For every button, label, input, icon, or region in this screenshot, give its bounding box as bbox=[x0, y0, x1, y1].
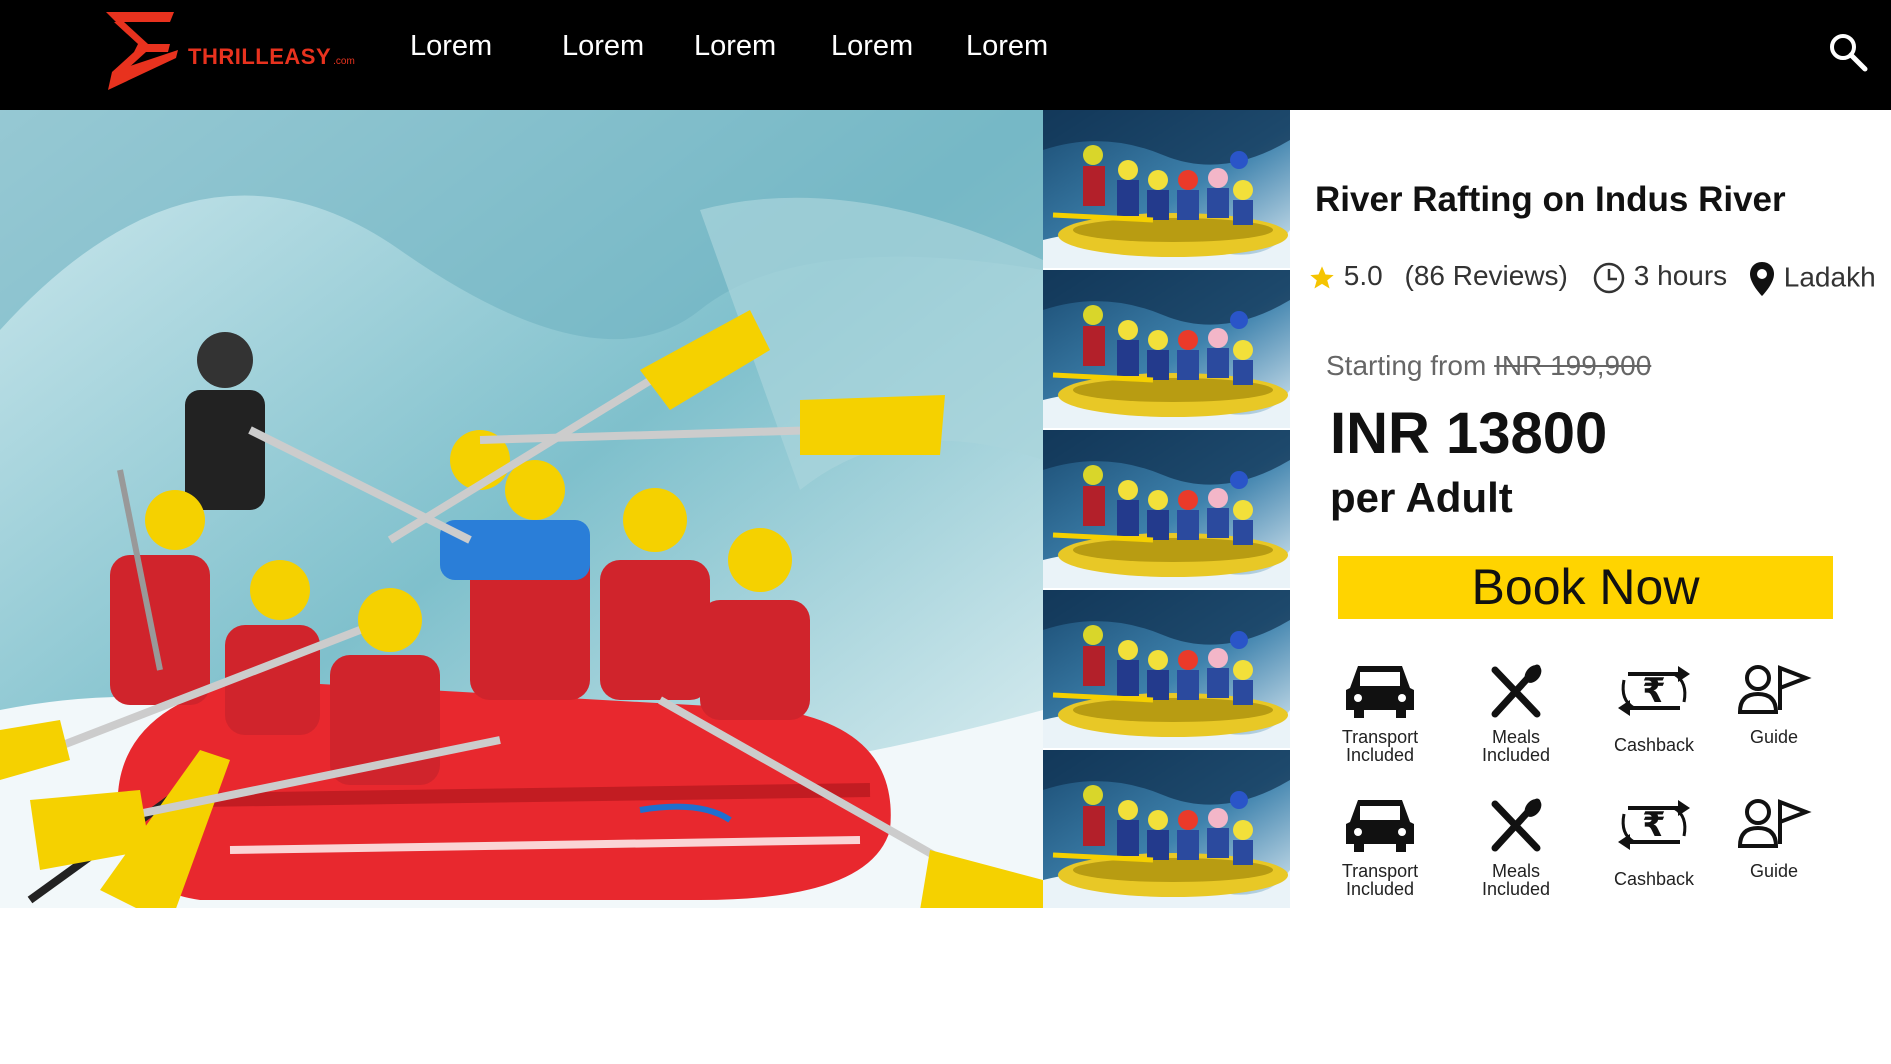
guide-icon bbox=[1737, 665, 1812, 714]
nav-item-1[interactable]: Lorem bbox=[410, 30, 492, 63]
price-unit: per Adult bbox=[1330, 474, 1513, 521]
thrilleasy-logo-icon bbox=[106, 12, 178, 90]
nav-item-2[interactable]: Lorem bbox=[562, 30, 644, 63]
brand-logo[interactable]: THRILLEASY .com bbox=[104, 10, 364, 92]
search-icon[interactable] bbox=[1828, 32, 1868, 72]
rafting-thumbnail-icon bbox=[1043, 270, 1290, 428]
duration: 3 hours bbox=[1592, 260, 1727, 300]
feature-cashback: ₹ Cashback bbox=[1594, 650, 1714, 754]
sale-price: INR 13800 bbox=[1330, 401, 1608, 466]
rating-value: 5.0 bbox=[1343, 260, 1383, 291]
thumbnail-2[interactable] bbox=[1043, 270, 1290, 428]
rafting-photo-icon bbox=[0, 110, 1043, 908]
brand-name: THRILLEASY .com bbox=[188, 44, 355, 69]
thumbnail-3[interactable] bbox=[1043, 430, 1290, 588]
location-pin-icon bbox=[1750, 262, 1774, 296]
feature-guide: Guide bbox=[1714, 660, 1834, 746]
rafting-thumbnail-icon bbox=[1043, 110, 1290, 268]
feature-transport: Transport Included bbox=[1320, 660, 1440, 764]
clock-icon bbox=[1593, 262, 1625, 293]
thumbnail-4[interactable] bbox=[1043, 590, 1290, 748]
location-value: Ladakh bbox=[1783, 261, 1876, 293]
nav-item-5[interactable]: Lorem bbox=[966, 30, 1048, 63]
feature-cashback: ₹ Cashback bbox=[1594, 784, 1714, 888]
feature-transport: Transport Included bbox=[1320, 794, 1440, 898]
rating: 5.0 (86 Reviews) bbox=[1308, 260, 1568, 300]
duration-value: 3 hours bbox=[1633, 260, 1728, 291]
rafting-thumbnail-icon bbox=[1043, 590, 1290, 748]
thumbnail-1[interactable] bbox=[1043, 110, 1290, 268]
rafting-thumbnail-icon bbox=[1043, 430, 1290, 588]
guide-icon bbox=[1737, 799, 1812, 848]
svg-text:₹: ₹ bbox=[1642, 805, 1666, 845]
feature-meals: Meals Included bbox=[1456, 660, 1576, 764]
book-now-button[interactable]: Book Now bbox=[1338, 556, 1833, 619]
hero-photo bbox=[0, 110, 1043, 908]
feature-meals: Meals Included bbox=[1456, 794, 1576, 898]
top-navigation-bar: THRILLEASY .com Lorem Lorem Lorem Lorem L… bbox=[0, 0, 1891, 110]
nav-item-4[interactable]: Lorem bbox=[831, 30, 913, 63]
star-icon bbox=[1310, 265, 1334, 289]
rafting-thumbnail-icon bbox=[1043, 750, 1290, 908]
meals-icon bbox=[1491, 664, 1542, 718]
feature-guide: Guide bbox=[1714, 794, 1834, 880]
svg-text:₹: ₹ bbox=[1642, 671, 1666, 711]
thumbnail-5[interactable] bbox=[1043, 750, 1290, 908]
original-price: INR 199,900 bbox=[1494, 350, 1652, 381]
starting-price: Starting from INR 199,900 bbox=[1326, 350, 1652, 381]
car-icon bbox=[1346, 666, 1414, 718]
product-title: River Rafting on Indus River bbox=[1315, 180, 1786, 219]
meals-icon bbox=[1491, 798, 1542, 852]
nav-item-3[interactable]: Lorem bbox=[694, 30, 776, 63]
car-icon bbox=[1346, 800, 1414, 852]
thumbnail-strip bbox=[1043, 110, 1290, 908]
cashback-icon: ₹ bbox=[1618, 666, 1690, 716]
cashback-icon: ₹ bbox=[1618, 800, 1690, 850]
location: Ladakh bbox=[1748, 260, 1876, 300]
review-count[interactable]: (86 Reviews) bbox=[1405, 260, 1568, 291]
